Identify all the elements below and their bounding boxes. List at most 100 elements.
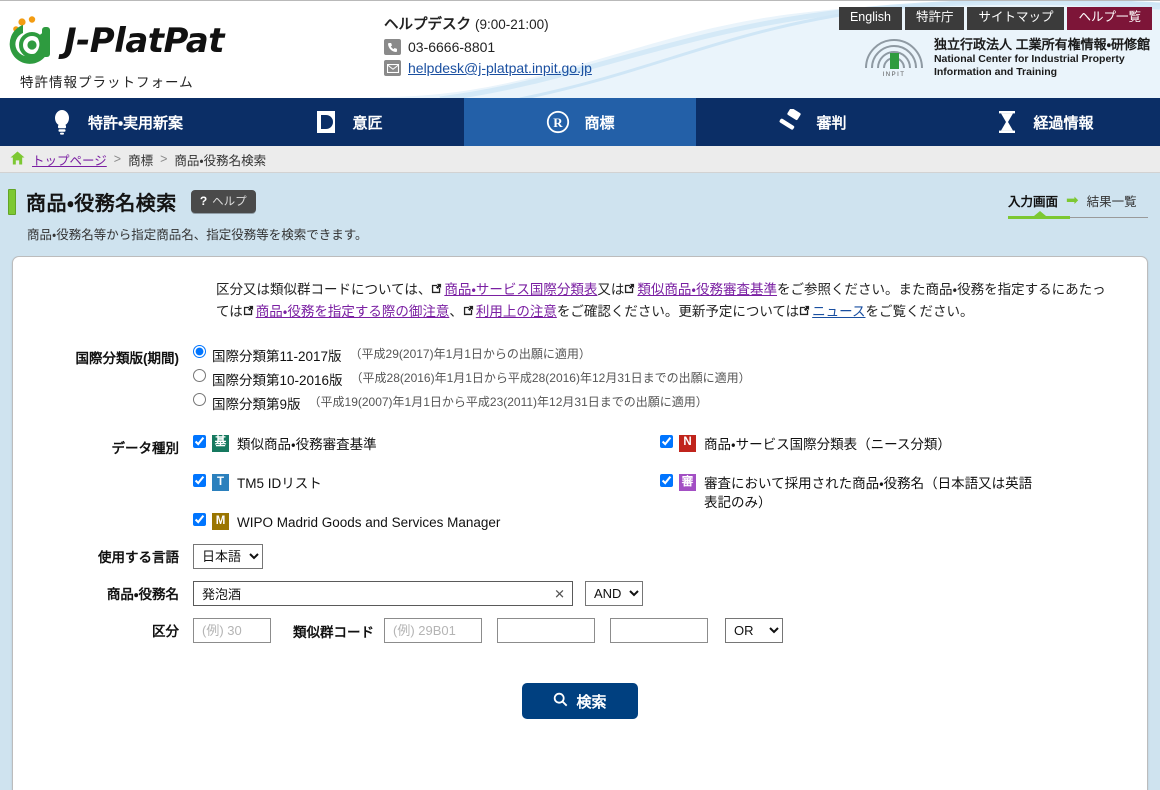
similar-group-extra2-wrapper[interactable] [610, 618, 708, 644]
checkbox-input-wipo-madrid[interactable] [193, 513, 206, 527]
step-indicator: 入力画面 ➡ 結果一覧 [1008, 191, 1148, 219]
breadcrumb-separator-2: > [160, 152, 168, 166]
inpit-name-en-1: National Center for Industrial Property [933, 52, 1125, 65]
classification-code-row: 区分 類似群コード OR AND [33, 618, 1127, 644]
radio-option-v10[interactable]: 国際分類第10-2016版 （平成28(2016)年1月1日から平成28(201… [193, 368, 1127, 389]
classification-version-row: 国際分類版(期間) 国際分類第11-2017版 （平成29(2017)年1月1日… [33, 344, 1127, 417]
lightbulb-icon [49, 109, 75, 135]
checkbox-row-nice[interactable]: N 商品・サービス国際分類表（ニース分類） [660, 434, 1127, 454]
radio-label-v11[interactable]: 国際分類第11-2017版 [212, 345, 342, 365]
search-button[interactable]: 検索 [522, 683, 638, 720]
step-progress-todo [1070, 217, 1148, 218]
checkbox-row-kijun[interactable]: 基 類似商品・役務審査基準 [193, 434, 660, 454]
checkbox-row-tm5[interactable]: T TM5 IDリスト [193, 473, 660, 493]
mail-icon [384, 60, 401, 76]
intro-segment-2: 又は [597, 282, 625, 297]
similar-group-extra1-input[interactable] [504, 619, 588, 643]
page-title-section: 商品・役務名検索 ? ヘルプ 商品・役務名等から指定商品名、指定役務等を検索でき… [0, 173, 1160, 256]
j-platpat-logo-icon [9, 16, 50, 64]
checkbox-label-nice: 商品・サービス国際分類表（ニース分類） [704, 436, 951, 452]
inpit-logo-block: INPIT 独立行政法人 工業所有権情報・研修館 National Center… [862, 37, 1150, 78]
language-label: 使用する言語 [98, 550, 179, 566]
external-link-icon [624, 279, 635, 301]
hourglass-icon [994, 110, 1020, 134]
intro-segment-4: 、 [449, 303, 463, 319]
nav-item-progress-info[interactable]: 経過情報 [928, 98, 1160, 146]
radio-note-v10: （平成28(2016)年1月1日から平成28(2016)年12月31日までの出願… [350, 370, 751, 385]
similar-group-input[interactable] [391, 619, 475, 643]
classification-input-wrapper[interactable] [193, 618, 271, 644]
nav-label-trademark: 商標 [584, 114, 615, 132]
nav-item-patent[interactable]: 特許・実用新案 [0, 98, 232, 146]
utility-nav-jpo[interactable]: 特許庁 [904, 7, 965, 30]
checkbox-label-kijun: 類似商品・役務審査基準 [237, 436, 377, 452]
breadcrumb-item-home[interactable]: トップページ [32, 150, 107, 169]
intro-link-nice-classification-table[interactable]: 商品・サービス国際分類表 [444, 282, 597, 297]
radio-input-v11[interactable] [193, 344, 206, 358]
intro-link-designation-notes[interactable]: 商品・役務を指定する際の御注意 [256, 304, 450, 319]
utility-nav-help-list[interactable]: ヘルプ一覧 [1067, 7, 1152, 30]
helpdesk-title: ヘルプデスク (9:00-21:00) [384, 13, 592, 34]
checkbox-input-kijun[interactable] [193, 434, 206, 448]
intro-link-news[interactable]: ニュース [812, 304, 865, 319]
goods-service-input-wrapper[interactable]: ✕ [193, 581, 573, 607]
checkbox-input-examination[interactable] [660, 473, 673, 487]
checkbox-input-nice[interactable] [660, 434, 673, 448]
goods-service-input[interactable] [200, 582, 566, 606]
inpit-name-jp: 独立行政法人 工業所有権情報・研修館 [933, 37, 1150, 52]
nav-item-trademark[interactable]: R 商標 [464, 98, 696, 146]
goods-service-operator-select[interactable]: AND OR [585, 581, 643, 607]
gavel-icon [777, 109, 803, 135]
search-form-panel: 区分又は類似群コードについては、 商品・サービス国際分類表又は 類似商品・役務審… [12, 256, 1148, 790]
nav-item-trial[interactable]: 審判 [696, 98, 928, 146]
similar-group-extra1-wrapper[interactable] [497, 618, 595, 644]
tag-icon-tm5: T [212, 473, 229, 491]
radio-option-v9[interactable]: 国際分類第9版 （平成19(2007)年1月1日から平成23(2011)年12月… [193, 392, 1127, 413]
intro-link-examination-standard[interactable]: 類似商品・役務審査基準 [637, 282, 777, 297]
similar-group-input-wrapper[interactable] [384, 618, 482, 644]
site-logo[interactable]: J-PlatPat 特許情報プラットフォーム [8, 15, 224, 91]
home-icon [10, 150, 25, 168]
page-title: 商品・役務名検索 [26, 193, 177, 215]
svg-text:R: R [554, 115, 564, 130]
similar-group-operator-select[interactable]: OR AND [725, 618, 783, 644]
classification-input[interactable] [200, 619, 264, 643]
radio-input-v9[interactable] [193, 392, 206, 406]
clear-x-icon[interactable]: ✕ [554, 587, 565, 600]
checkbox-input-tm5[interactable] [193, 473, 206, 487]
main-navigation: 特許・実用新案 意匠 R 商標 審判 経過情報 [0, 98, 1160, 146]
utility-nav-sitemap[interactable]: サイトマップ [967, 7, 1065, 30]
data-type-column-left: 基 類似商品・役務審査基準 T TM5 IDリスト M WIPO Madrid … [193, 434, 660, 532]
radio-label-v10[interactable]: 国際分類第10-2016版 [212, 369, 343, 389]
radio-label-v9[interactable]: 国際分類第9版 [212, 393, 301, 413]
breadcrumb-separator-1: > [113, 152, 122, 166]
checkbox-row-wipo-madrid[interactable]: M WIPO Madrid Goods and Services Manager [193, 513, 660, 532]
registered-trademark-icon: R [545, 110, 571, 134]
utility-nav-english[interactable]: English [838, 7, 902, 30]
intro-link-usage-notes[interactable]: 利用上の注意 [476, 304, 557, 319]
svg-text:INPIT: INPIT [883, 72, 906, 78]
breadcrumb-item-current: 商品・役務名検索 [174, 153, 267, 168]
utility-nav: English 特許庁 サイトマップ ヘルプ一覧 [838, 7, 1152, 30]
nav-label-progress-info: 経過情報 [1033, 114, 1094, 132]
tag-icon-examination: 審 [679, 473, 696, 491]
radio-input-v10[interactable] [193, 368, 206, 382]
tag-icon-kijun: 基 [212, 434, 229, 452]
nav-item-design[interactable]: 意匠 [232, 98, 464, 146]
helpdesk-email-link[interactable]: helpdesk@j-platpat.inpit.go.jp [408, 60, 592, 76]
data-type-label: データ種別 [111, 440, 180, 456]
radio-option-v11[interactable]: 国際分類第11-2017版 （平成29(2017)年1月1日からの出願に適用） [193, 344, 1127, 365]
logo-wordmark: J-PlatPat [64, 21, 224, 61]
checkbox-row-examination[interactable]: 審 審査において採用された商品・役務名（日本語又は英語表記のみ） [660, 473, 1127, 512]
language-row: 使用する言語 日本語 英語 [33, 544, 1127, 570]
step-progress-tick [1034, 211, 1046, 216]
external-link-icon [431, 279, 442, 301]
language-select[interactable]: 日本語 英語 [193, 544, 263, 570]
page-description: 商品・役務名等から指定商品名、指定役務等を検索できます。 [27, 228, 368, 242]
similar-group-extra2-input[interactable] [617, 619, 701, 643]
inpit-logo-icon: INPIT [864, 38, 923, 78]
help-button[interactable]: ? ヘルプ [190, 190, 256, 213]
helpdesk-phone: 03-6666-8801 [408, 39, 496, 55]
search-icon [553, 692, 568, 711]
arrow-right-icon: ➡ [1066, 192, 1079, 209]
